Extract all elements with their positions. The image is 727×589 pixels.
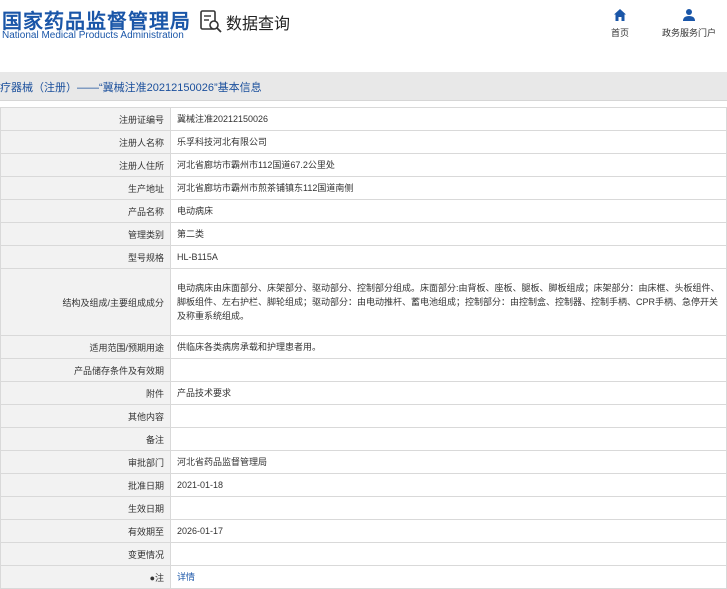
field-value — [170, 427, 727, 451]
table-row: 注册人名称 乐孚科技河北有限公司 — [0, 130, 727, 154]
field-label: ●注 — [0, 565, 171, 589]
page-title: 疗器械（注册）——“冀械注准20212150026”基本信息 — [0, 82, 262, 94]
table-row: ●注 详情 — [0, 565, 727, 589]
field-value: 2026-01-17 — [170, 519, 727, 543]
field-value — [170, 358, 727, 382]
details-link[interactable]: 详情 — [177, 572, 195, 582]
table-row: 附件 产品技术要求 — [0, 381, 727, 405]
table-row: 其他内容 — [0, 404, 727, 428]
header: 国家药品监督管理局 National Medical Products Admi… — [0, 0, 727, 72]
field-label: 有效期至 — [0, 519, 171, 543]
field-value: 第二类 — [170, 222, 727, 246]
field-value: 河北省药品监督管理局 — [170, 450, 727, 474]
field-label: 适用范围/预期用途 — [0, 335, 171, 359]
table-row: 注册证编号 冀械注准20212150026 — [0, 107, 727, 131]
table-row: 产品名称 电动病床 — [0, 199, 727, 223]
nav-service-portal-label: 政务服务门户 — [662, 28, 717, 38]
field-value: HL-B115A — [170, 245, 727, 269]
home-icon — [614, 9, 626, 21]
table-row: 生产地址 河北省廊坊市霸州市煎茶铺镇东112国道南侧 — [0, 176, 727, 200]
field-value: 产品技术要求 — [170, 381, 727, 405]
table-row: 管理类别 第二类 — [0, 222, 727, 246]
nav-service-portal[interactable]: 政务服务门户 — [662, 8, 716, 39]
nav-home-label: 首页 — [611, 28, 630, 38]
nav-home[interactable]: 首页 — [611, 8, 629, 39]
field-value — [170, 496, 727, 520]
field-label: 型号规格 — [0, 245, 171, 269]
table-row: 型号规格 HL-B115A — [0, 245, 727, 269]
field-value: 电动病床 — [170, 199, 727, 223]
field-label: 附件 — [0, 381, 171, 405]
field-label: 变更情况 — [0, 542, 171, 566]
field-label: 生产地址 — [0, 176, 171, 200]
field-value: 乐孚科技河北有限公司 — [170, 130, 727, 154]
table-row: 有效期至 2026-01-17 — [0, 519, 727, 543]
field-value: 2021-01-18 — [170, 473, 727, 497]
field-label: 生效日期 — [0, 496, 171, 520]
field-value — [170, 542, 727, 566]
table-row: 注册人住所 河北省廊坊市霸州市112国道67.2公里处 — [0, 153, 727, 177]
data-query-label: 数据查询 — [226, 16, 291, 33]
field-label: 审批部门 — [0, 450, 171, 474]
field-label: 管理类别 — [0, 222, 171, 246]
table-row: 审批部门 河北省药品监督管理局 — [0, 450, 727, 474]
field-label: 备注 — [0, 427, 171, 451]
field-value: 电动病床由床面部分、床架部分、驱动部分、控制部分组成。床面部分:由背板、座板、腿… — [170, 268, 727, 336]
field-value: 河北省廊坊市霸州市112国道67.2公里处 — [170, 153, 727, 177]
user-icon — [683, 9, 695, 21]
site-logo-en[interactable]: National Medical Products Administration — [2, 30, 184, 41]
field-label: 注册人住所 — [0, 153, 171, 177]
field-label: 产品名称 — [0, 199, 171, 223]
table-row: 适用范围/预期用途 供临床各类病房承载和护理患者用。 — [0, 335, 727, 359]
table-row: 批准日期 2021-01-18 — [0, 473, 727, 497]
table-row: 变更情况 — [0, 542, 727, 566]
table-row: 备注 — [0, 427, 727, 451]
field-label: 批准日期 — [0, 473, 171, 497]
document-search-icon — [200, 10, 222, 33]
record-title-bar: 疗器械（注册）——“冀械注准20212150026”基本信息 — [0, 72, 727, 101]
field-value: 冀械注准20212150026 — [170, 107, 727, 131]
field-label: 注册人名称 — [0, 130, 171, 154]
table-row: 结构及组成/主要组成成分 电动病床由床面部分、床架部分、驱动部分、控制部分组成。床… — [0, 268, 727, 336]
field-value: 详情 — [170, 565, 727, 589]
field-label: 其他内容 — [0, 404, 171, 428]
field-value: 供临床各类病房承载和护理患者用。 — [170, 335, 727, 359]
table-row: 生效日期 — [0, 496, 727, 520]
field-label: 结构及组成/主要组成成分 — [0, 268, 171, 336]
field-label: 产品储存条件及有效期 — [0, 358, 171, 382]
field-value: 河北省廊坊市霸州市煎茶铺镇东112国道南侧 — [170, 176, 727, 200]
field-value — [170, 404, 727, 428]
data-query-heading: 数据查询 — [200, 10, 290, 34]
field-label: 注册证编号 — [0, 107, 171, 131]
device-info-table: 注册证编号 冀械注准20212150026 注册人名称 乐孚科技河北有限公司 注册人住所… — [0, 107, 727, 589]
table-row: 产品储存条件及有效期 — [0, 358, 727, 382]
